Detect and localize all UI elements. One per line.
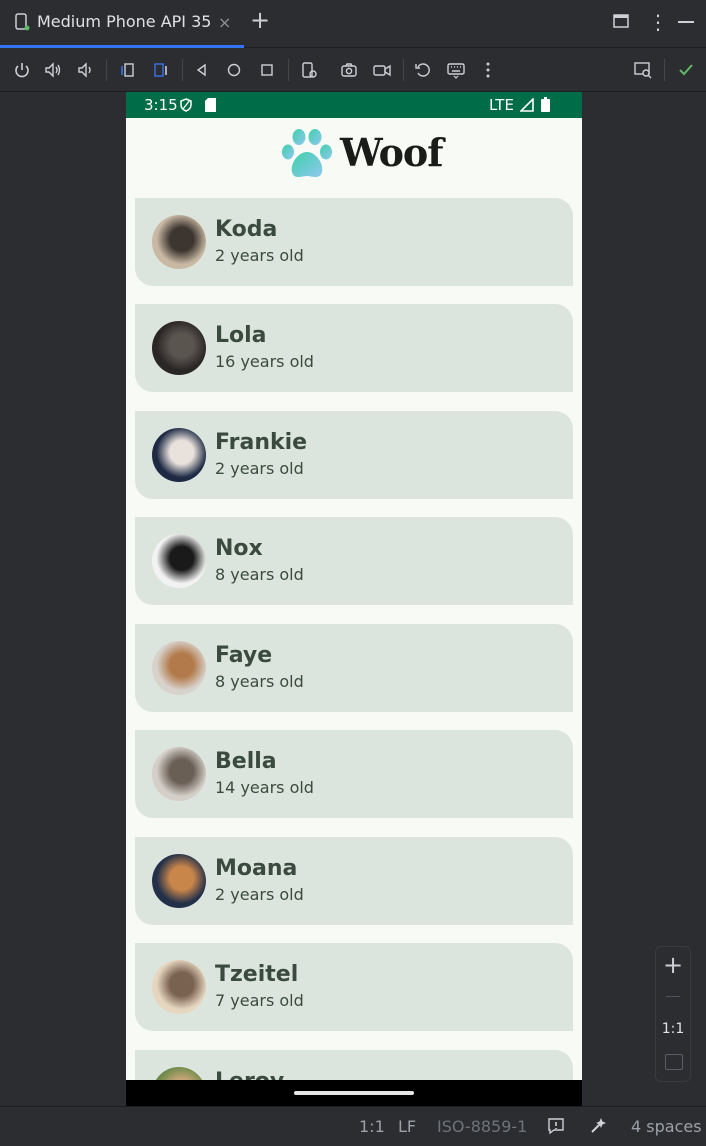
tab-close-button[interactable]: × (218, 13, 231, 32)
zoom-controls: + 1:1 (655, 946, 691, 1082)
zoom-actual-size-button[interactable]: 1:1 (656, 1021, 690, 1037)
toolbar-separator (182, 59, 183, 81)
toolbar-separator (664, 59, 665, 81)
dog-card[interactable]: Bella 14 years old (135, 730, 573, 818)
dog-avatar (152, 534, 206, 588)
caret-position[interactable]: 1:1 (359, 1117, 385, 1136)
zoom-out-button[interactable] (666, 996, 680, 997)
dog-age: 2 years old (215, 246, 304, 265)
keyboard-icon[interactable] (446, 60, 466, 80)
back-icon[interactable] (192, 60, 212, 80)
zoom-fit-icon[interactable] (665, 1054, 683, 1070)
dog-age: 7 years old (215, 991, 304, 1010)
status-network: LTE (489, 96, 514, 114)
dog-avatar (152, 960, 206, 1014)
status-time: 3:15 (144, 96, 178, 114)
battery-icon (541, 97, 550, 112)
rotate-left-icon[interactable] (117, 60, 137, 80)
dog-avatar (152, 854, 206, 908)
toolbar-separator (106, 59, 107, 81)
tab-title: Medium Phone API 35 (37, 12, 212, 31)
dog-card[interactable]: Nox 8 years old (135, 517, 573, 605)
dog-card[interactable]: Tzeitel 7 years old (135, 943, 573, 1031)
rotate-right-icon[interactable] (151, 60, 171, 80)
dog-age: 14 years old (215, 778, 314, 797)
dog-age: 2 years old (215, 885, 304, 904)
notifications-icon[interactable] (547, 1117, 565, 1135)
android-status-bar: 3:15 LTE (126, 92, 582, 118)
dog-age: 8 years old (215, 565, 304, 584)
more-options-icon[interactable]: ⋮ (648, 10, 668, 34)
tab-bar: Medium Phone API 35 × + ⋮ (0, 0, 706, 48)
home-icon[interactable] (224, 60, 244, 80)
reset-icon[interactable] (413, 60, 433, 80)
dog-card[interactable]: Lola 16 years old (135, 304, 573, 392)
more-icon[interactable] (478, 60, 498, 80)
dog-avatar (152, 321, 206, 375)
layout-inspector-icon[interactable] (633, 60, 653, 80)
dog-age: 16 years old (215, 352, 314, 371)
power-icon[interactable] (12, 60, 32, 80)
dog-name: Faye (215, 643, 273, 668)
overview-icon[interactable] (257, 60, 277, 80)
dog-card[interactable]: Faye 8 years old (135, 624, 573, 712)
volume-down-icon[interactable] (75, 60, 95, 80)
ide-status-bar: 1:1 LF ISO-8859-1 4 spaces (0, 1106, 706, 1146)
file-encoding[interactable]: ISO-8859-1 (437, 1117, 527, 1136)
screen-record-icon[interactable] (372, 60, 392, 80)
dog-name: Bella (215, 749, 277, 774)
dog-age: 8 years old (215, 672, 304, 691)
dog-name: Nox (215, 536, 263, 561)
dog-name: Lola (215, 323, 267, 348)
emulator-toolbar (0, 48, 706, 92)
screenshot-icon[interactable] (339, 60, 359, 80)
window-layout-icon[interactable] (612, 12, 630, 30)
app-top-bar: Woof (126, 118, 582, 198)
device-settings-icon[interactable] (299, 60, 319, 80)
zoom-in-button[interactable]: + (656, 951, 690, 979)
volume-up-icon[interactable] (43, 60, 63, 80)
ai-assistant-icon[interactable] (588, 1116, 608, 1136)
new-tab-button[interactable]: + (250, 8, 270, 32)
dog-name: Moana (215, 856, 298, 881)
dog-card[interactable]: Koda 2 years old (135, 198, 573, 286)
dog-avatar (152, 215, 206, 269)
sd-card-icon (205, 98, 216, 112)
device-icon (15, 13, 30, 31)
dog-name: Tzeitel (215, 962, 299, 987)
tab-running-device[interactable]: Medium Phone API 35 × (0, 0, 244, 48)
dog-name: Koda (215, 217, 278, 242)
dog-age: 2 years old (215, 459, 304, 478)
dog-card[interactable]: Frankie 2 years old (135, 411, 573, 499)
dog-name: Frankie (215, 430, 308, 455)
dog-avatar (152, 747, 206, 801)
dog-avatar (152, 641, 206, 695)
dog-avatar (152, 428, 206, 482)
dog-card[interactable]: Moana 2 years old (135, 837, 573, 925)
paw-logo-icon (282, 129, 332, 177)
check-icon[interactable] (676, 60, 696, 80)
toolbar-separator (288, 59, 289, 81)
gesture-handle[interactable] (294, 1091, 414, 1095)
indent-setting[interactable]: 4 spaces (631, 1117, 702, 1136)
device-screen[interactable]: 3:15 LTE Woof Koda 2 years old Lola 16 year… (126, 92, 582, 1106)
toolbar-separator (403, 59, 404, 81)
shield-icon (180, 98, 192, 112)
app-title: Woof (340, 130, 444, 175)
minimize-button[interactable] (678, 21, 694, 23)
line-ending[interactable]: LF (398, 1117, 416, 1136)
android-navigation-bar (126, 1080, 582, 1106)
signal-icon (520, 98, 534, 112)
